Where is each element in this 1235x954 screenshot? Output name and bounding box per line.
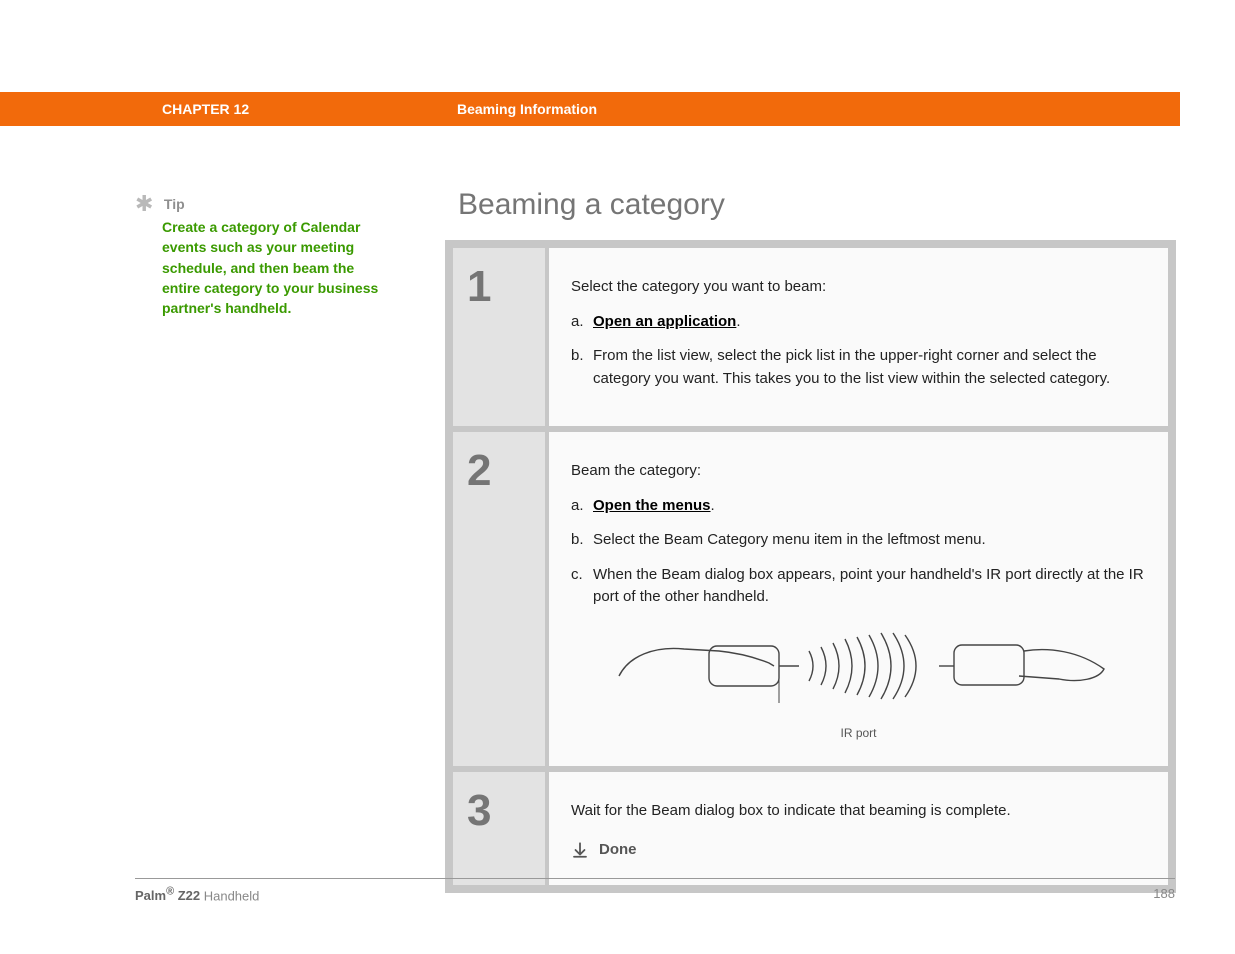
list-text: When the Beam dialog box appears, point … [593, 564, 1146, 609]
footer-product-type: Handheld [204, 888, 260, 903]
page-header: CHAPTER 12 Beaming Information [0, 92, 1180, 126]
page-title: Beaming a category [458, 188, 725, 222]
asterisk-icon: ✱ [135, 195, 153, 213]
topic-label: Beaming Information [457, 101, 597, 117]
list-marker: b. [571, 345, 593, 390]
list-marker: a. [571, 311, 593, 334]
step-row: 2 Beam the category: a. Open the menus. … [453, 426, 1168, 766]
open-menus-link[interactable]: Open the menus [593, 497, 711, 514]
step-body: Beam the category: a. Open the menus. b.… [549, 426, 1168, 766]
steps-container: 1 Select the category you want to beam: … [445, 240, 1176, 893]
list-text: Select the Beam Category menu item in th… [593, 529, 1146, 552]
list-text: Open an application. [593, 311, 1146, 334]
list-item: a. Open the menus. [571, 495, 1146, 518]
footer-brand: Palm [135, 888, 166, 903]
list-suffix: . [736, 313, 740, 330]
beaming-illustration: IR port [571, 621, 1146, 743]
list-item: a. Open an application. [571, 311, 1146, 334]
list-item: c. When the Beam dialog box appears, poi… [571, 564, 1146, 609]
step-list: a. Open the menus. b. Select the Beam Ca… [571, 495, 1146, 609]
ir-beaming-icon [599, 621, 1119, 711]
tip-text: Create a category of Calendar events suc… [162, 217, 387, 318]
done-label: Done [599, 839, 637, 862]
footer-product: Palm® Z22 Handheld [135, 886, 259, 903]
list-suffix: . [711, 497, 715, 514]
list-marker: a. [571, 495, 593, 518]
step-intro: Select the category you want to beam: [571, 276, 1146, 299]
list-item: b. Select the Beam Category menu item in… [571, 529, 1146, 552]
step-row: 1 Select the category you want to beam: … [453, 248, 1168, 426]
chapter-label: CHAPTER 12 [162, 101, 249, 117]
footer-model: Z22 [178, 888, 200, 903]
done-row: Done [571, 839, 1146, 862]
page-number: 188 [1153, 886, 1175, 901]
tip-label: Tip [164, 195, 185, 213]
list-text: Open the menus. [593, 495, 1146, 518]
list-text: From the list view, select the pick list… [593, 345, 1146, 390]
arrow-down-icon [571, 841, 589, 859]
step-number: 2 [453, 426, 545, 766]
tip-block: ✱ Tip Create a category of Calendar even… [135, 195, 395, 318]
list-marker: b. [571, 529, 593, 552]
step-list: a. Open an application. b. From the list… [571, 311, 1146, 391]
step-body: Wait for the Beam dialog box to indicate… [549, 766, 1168, 885]
step-number: 3 [453, 766, 545, 885]
list-marker: c. [571, 564, 593, 609]
step-row: 3 Wait for the Beam dialog box to indica… [453, 766, 1168, 885]
open-application-link[interactable]: Open an application [593, 313, 736, 330]
step-intro: Wait for the Beam dialog box to indicate… [571, 800, 1146, 823]
step-intro: Beam the category: [571, 460, 1146, 483]
step-body: Select the category you want to beam: a.… [549, 248, 1168, 426]
figure-caption: IR port [571, 724, 1146, 742]
list-item: b. From the list view, select the pick l… [571, 345, 1146, 390]
footer-rule [135, 878, 1175, 879]
step-number: 1 [453, 248, 545, 426]
